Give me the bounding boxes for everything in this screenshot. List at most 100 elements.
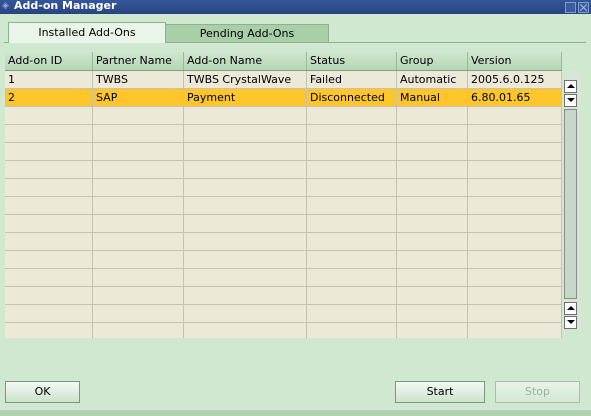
table-row[interactable]: 1 TWBS TWBS CrystalWave Failed Automatic… (5, 71, 562, 89)
empty-table-row (5, 215, 562, 233)
empty-cell (307, 233, 397, 250)
empty-cell (5, 323, 93, 338)
cell-group: Manual (397, 89, 468, 106)
empty-cell (307, 215, 397, 232)
app-icon: ◈ (2, 1, 9, 11)
empty-cell (93, 107, 184, 124)
column-header-group[interactable]: Group (397, 52, 468, 70)
empty-cell (468, 143, 562, 160)
empty-cell (307, 161, 397, 178)
window-title: Add-on Manager (14, 0, 117, 12)
cell-version: 6.80.01.65 (468, 89, 562, 106)
stop-button[interactable]: Stop (495, 381, 580, 403)
table-header: Add-on ID Partner Name Add-on Name Statu… (5, 52, 562, 71)
empty-cell (397, 197, 468, 214)
empty-cell (184, 251, 307, 268)
close-button[interactable] (578, 2, 589, 13)
cell-partner-name: SAP (93, 89, 184, 106)
empty-cell (307, 287, 397, 304)
empty-cell (184, 269, 307, 286)
cell-group: Automatic (397, 71, 468, 88)
empty-cell (184, 323, 307, 338)
empty-cell (184, 107, 307, 124)
start-button[interactable]: Start (395, 381, 485, 403)
vertical-scrollbar[interactable] (563, 70, 580, 329)
empty-cell (184, 305, 307, 322)
empty-cell (93, 305, 184, 322)
tab-pending-add-ons[interactable]: Pending Add-Ons (165, 24, 329, 43)
empty-cell (307, 251, 397, 268)
empty-cell (5, 287, 93, 304)
empty-table-row (5, 269, 562, 287)
empty-table-row (5, 161, 562, 179)
empty-cell (468, 323, 562, 338)
table-row-selected[interactable]: 2 SAP Payment Disconnected Manual 6.80.0… (5, 89, 562, 107)
empty-cell (184, 287, 307, 304)
column-header-add-on-id[interactable]: Add-on ID (5, 52, 93, 70)
empty-cell (397, 143, 468, 160)
empty-cell (93, 233, 184, 250)
empty-cell (397, 107, 468, 124)
empty-cell (397, 125, 468, 142)
cell-partner-name: TWBS (93, 71, 184, 88)
empty-cell (184, 233, 307, 250)
scroll-up-button[interactable] (564, 80, 577, 93)
ok-button[interactable]: OK (5, 381, 80, 403)
empty-cell (468, 161, 562, 178)
empty-cell (5, 233, 93, 250)
empty-cell (5, 197, 93, 214)
add-ons-table: Add-on ID Partner Name Add-on Name Statu… (5, 52, 562, 338)
empty-cell (5, 161, 93, 178)
scroll-down-button[interactable] (564, 94, 577, 107)
empty-table-row (5, 179, 562, 197)
empty-cell (468, 107, 562, 124)
empty-cell (307, 143, 397, 160)
empty-cell (468, 269, 562, 286)
minimize-button[interactable] (565, 2, 576, 13)
column-header-add-on-name[interactable]: Add-on Name (184, 52, 307, 70)
cell-add-on-id: 2 (5, 89, 93, 106)
empty-cell (397, 233, 468, 250)
empty-cell (468, 287, 562, 304)
empty-cell (5, 125, 93, 142)
scroll-down-button[interactable] (564, 316, 577, 329)
cell-add-on-name: Payment (184, 89, 307, 106)
empty-cell (5, 215, 93, 232)
scroll-up-button[interactable] (564, 302, 577, 315)
empty-cell (93, 179, 184, 196)
empty-table-row (5, 197, 562, 215)
column-header-version[interactable]: Version (468, 52, 562, 70)
empty-cell (184, 179, 307, 196)
empty-cell (5, 179, 93, 196)
empty-cell (5, 305, 93, 322)
empty-cell (93, 197, 184, 214)
tab-installed-add-ons[interactable]: Installed Add-Ons (8, 22, 166, 43)
empty-table-row (5, 233, 562, 251)
empty-cell (184, 125, 307, 142)
title-bar: ◈ Add-on Manager (0, 0, 591, 14)
empty-cell (307, 323, 397, 338)
empty-cell (5, 251, 93, 268)
empty-cell (397, 323, 468, 338)
empty-cell (468, 233, 562, 250)
cell-version: 2005.6.0.125 (468, 71, 562, 88)
empty-cell (184, 197, 307, 214)
empty-cell (397, 179, 468, 196)
empty-cell (397, 287, 468, 304)
empty-cell (307, 179, 397, 196)
scroll-thumb[interactable] (564, 109, 577, 299)
empty-cell (397, 161, 468, 178)
empty-cell (468, 215, 562, 232)
empty-cell (93, 323, 184, 338)
empty-table-row (5, 323, 562, 338)
cell-status: Failed (307, 71, 397, 88)
empty-cell (468, 125, 562, 142)
empty-cell (468, 251, 562, 268)
column-header-partner-name[interactable]: Partner Name (93, 52, 184, 70)
empty-cell (397, 269, 468, 286)
column-header-status[interactable]: Status (307, 52, 397, 70)
empty-cell (468, 305, 562, 322)
empty-cell (184, 143, 307, 160)
empty-cell (307, 197, 397, 214)
empty-cell (93, 125, 184, 142)
